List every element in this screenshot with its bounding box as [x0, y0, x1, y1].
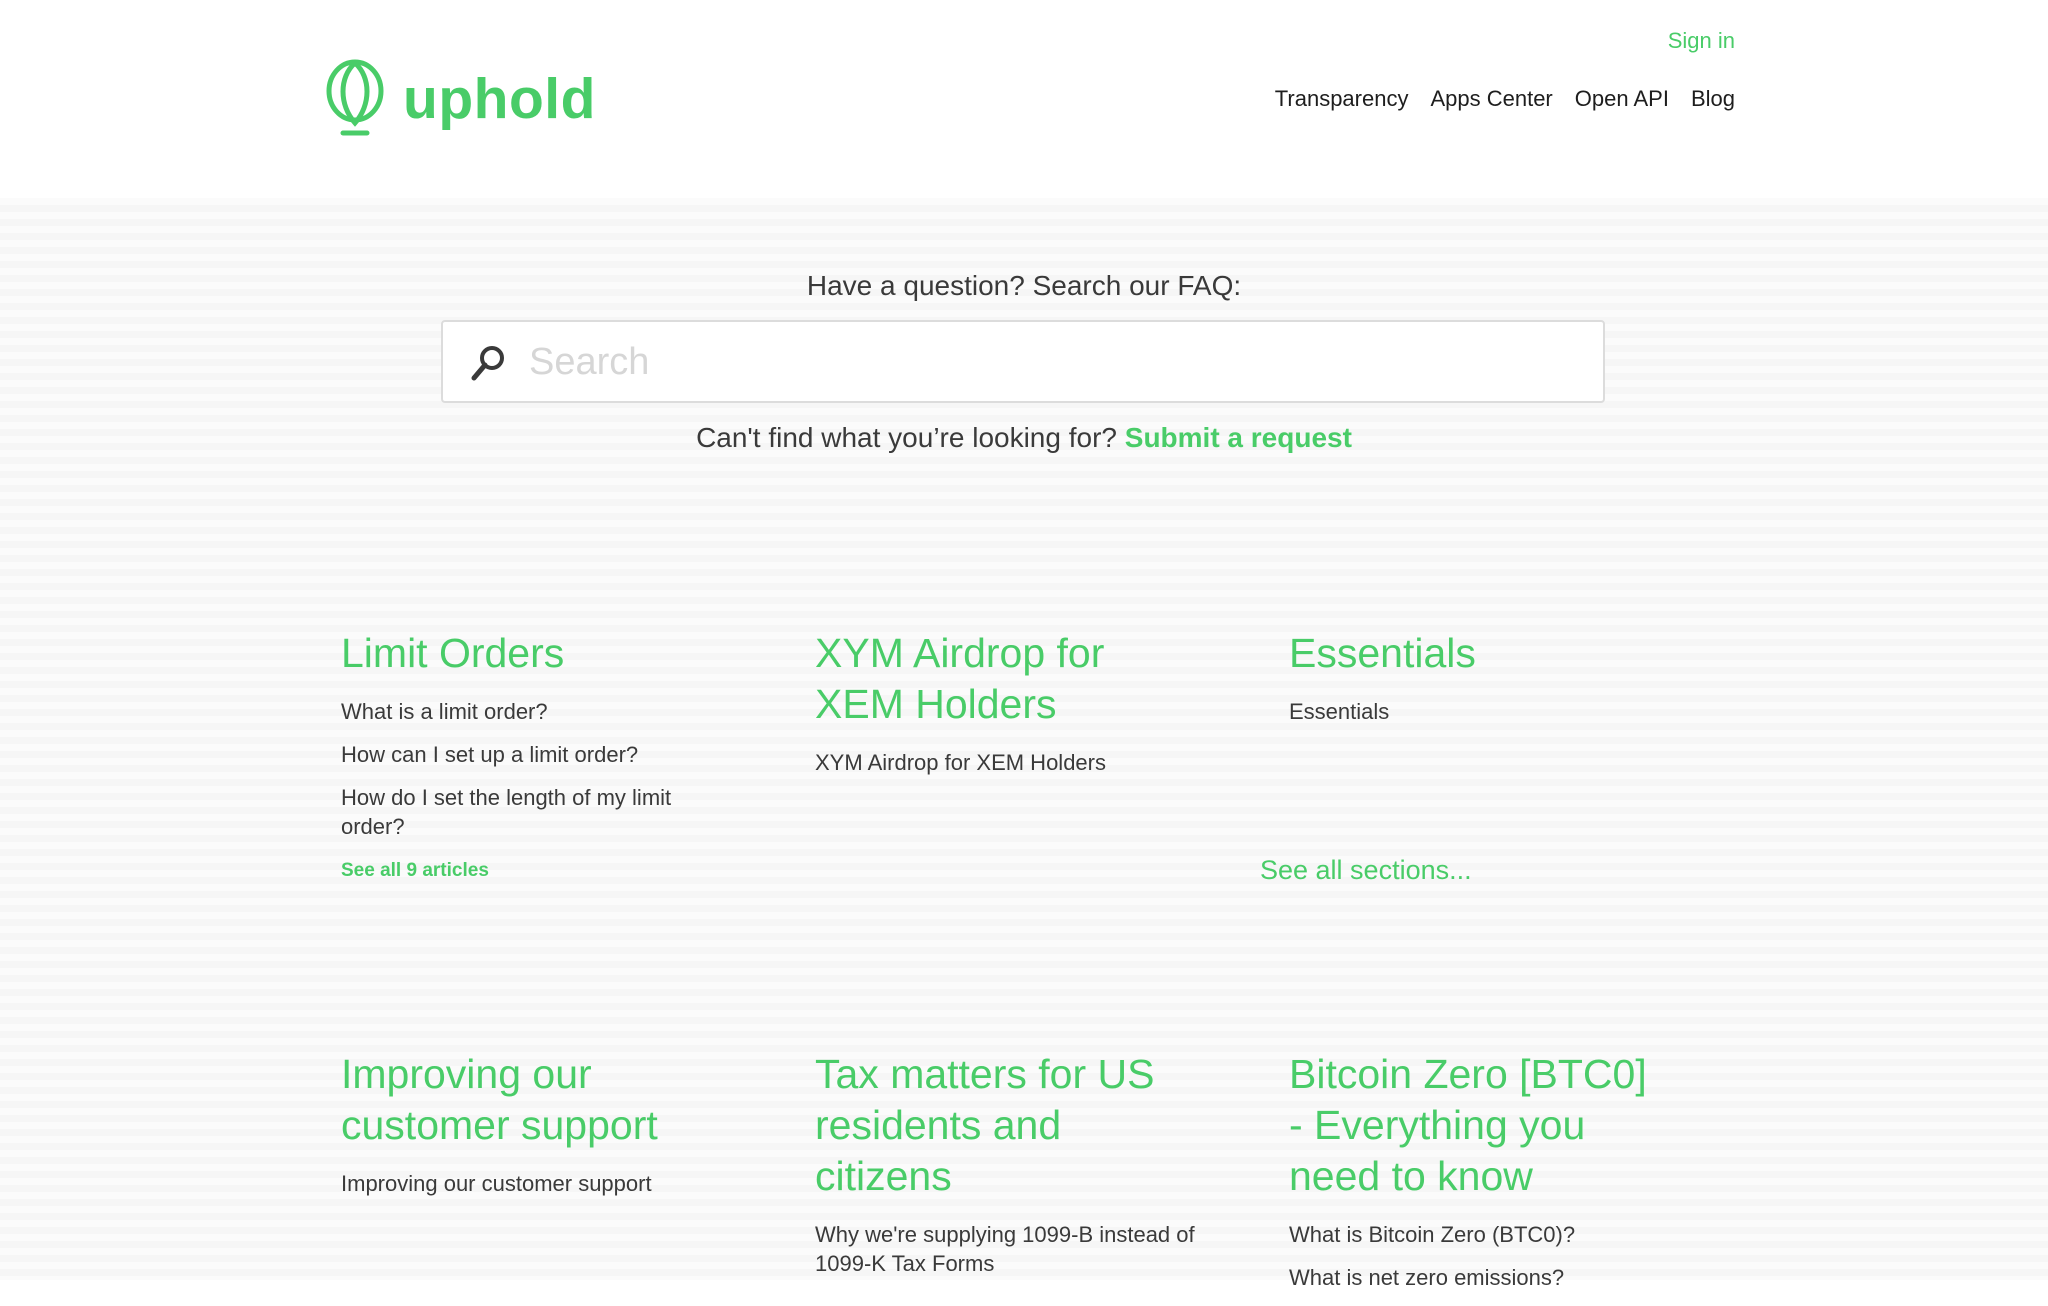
cant-find-text: Can't find what you’re looking for? — [696, 422, 1117, 453]
list-item: What is net zero emissions? — [1289, 1263, 1669, 1292]
nav-transparency[interactable]: Transparency — [1275, 86, 1409, 112]
main-nav: Transparency Apps Center Open API Blog — [1275, 86, 1735, 112]
article-link[interactable]: What is Bitcoin Zero (BTC0)? — [1289, 1222, 1575, 1247]
site-header: uphold Sign in Transparency Apps Center … — [0, 0, 2048, 198]
section-title[interactable]: Bitcoin Zero [BTC0] - Everything you nee… — [1289, 1051, 1647, 1199]
section-xym-airdrop: XYM Airdrop for XEM Holders XYM Airdrop … — [815, 628, 1195, 791]
section-bitcoin-zero: Bitcoin Zero [BTC0] - Everything you nee… — [1289, 1049, 1669, 1306]
list-item: How do I set the length of my limit orde… — [341, 783, 721, 841]
section-tax-matters: Tax matters for US residents and citizen… — [815, 1049, 1195, 1292]
uphold-logo[interactable]: uphold — [325, 57, 596, 141]
cant-find-line: Can't find what you’re looking for? Subm… — [0, 422, 2048, 454]
search-icon — [471, 346, 504, 381]
article-list: What is a limit order? How can I set up … — [341, 697, 721, 841]
nav-open-api[interactable]: Open API — [1575, 86, 1669, 112]
search-box — [441, 320, 1605, 403]
article-list: XYM Airdrop for XEM Holders — [815, 748, 1195, 777]
section-customer-support: Improving our customer support Improving… — [341, 1049, 721, 1212]
section-title[interactable]: Tax matters for US residents and citizen… — [815, 1051, 1154, 1199]
see-all-sections-link[interactable]: See all sections... — [1260, 855, 1472, 886]
section-title[interactable]: XYM Airdrop for XEM Holders — [815, 630, 1104, 727]
article-link[interactable]: Improving our customer support — [341, 1171, 652, 1196]
article-link[interactable]: How do I set the length of my limit orde… — [341, 785, 671, 839]
list-item: XYM Airdrop for XEM Holders — [815, 748, 1195, 777]
article-link[interactable]: What is net zero emissions? — [1289, 1265, 1564, 1290]
article-link[interactable]: Essentials — [1289, 699, 1389, 724]
section-limit-orders: Limit Orders What is a limit order? How … — [341, 628, 721, 855]
main-content: Have a question? Search our FAQ: Can't f… — [0, 198, 2048, 1290]
search-heading: Have a question? Search our FAQ: — [806, 270, 1242, 301]
list-item: What is a limit order? — [341, 697, 721, 726]
article-list: Essentials — [1289, 697, 1669, 726]
list-item: How can I set up a limit order? — [341, 740, 721, 769]
logo-text: uphold — [403, 66, 596, 131]
sign-in-link[interactable]: Sign in — [1668, 28, 1735, 54]
list-item: What is Bitcoin Zero (BTC0)? — [1289, 1220, 1669, 1249]
uphold-logo-icon — [326, 59, 384, 136]
article-link[interactable]: XYM Airdrop for XEM Holders — [815, 750, 1106, 775]
article-link[interactable]: How can I set up a limit order? — [341, 742, 638, 767]
list-item: Essentials — [1289, 697, 1669, 726]
see-all-articles-link[interactable]: See all 9 articles — [341, 860, 489, 882]
article-list: What is Bitcoin Zero (BTC0)? What is net… — [1289, 1220, 1669, 1292]
article-link[interactable]: Why we're supplying 1099-B instead of 10… — [815, 1222, 1195, 1276]
article-list: Improving our customer support — [341, 1169, 721, 1198]
search-input[interactable] — [527, 322, 1591, 403]
article-list: Why we're supplying 1099-B instead of 10… — [815, 1220, 1195, 1278]
submit-request-link[interactable]: Submit a request — [1125, 422, 1352, 453]
section-essentials: Essentials Essentials — [1289, 628, 1669, 740]
nav-apps-center[interactable]: Apps Center — [1430, 86, 1552, 112]
section-title[interactable]: Improving our customer support — [341, 1051, 658, 1148]
nav-blog[interactable]: Blog — [1691, 86, 1735, 112]
list-item: Improving our customer support — [341, 1169, 721, 1198]
article-link[interactable]: What is a limit order? — [341, 699, 548, 724]
section-title[interactable]: Limit Orders — [341, 630, 564, 676]
section-title[interactable]: Essentials — [1289, 630, 1476, 676]
list-item: Why we're supplying 1099-B instead of 10… — [815, 1220, 1195, 1278]
